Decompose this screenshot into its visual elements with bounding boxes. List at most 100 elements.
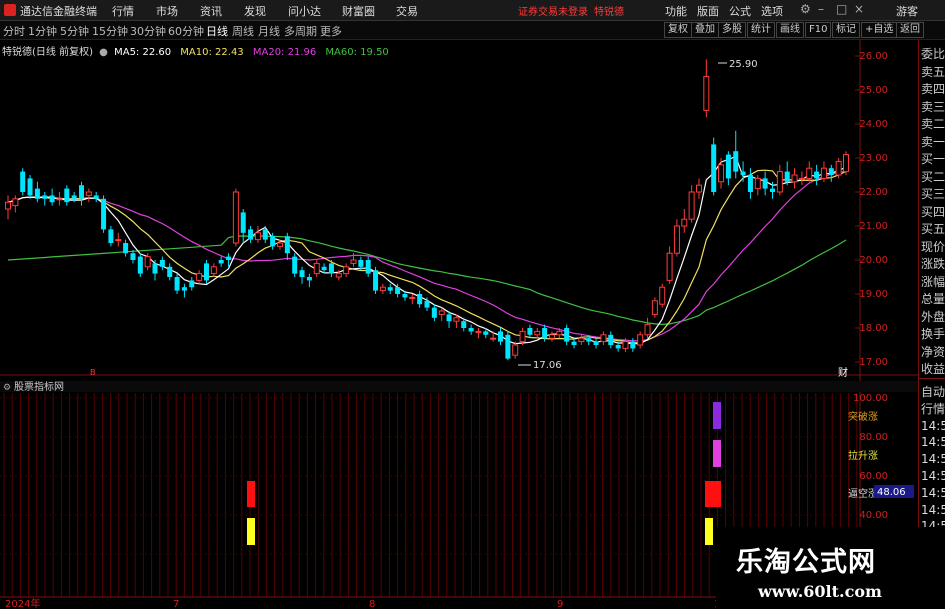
candlestick [608,331,614,349]
candlestick [284,232,290,260]
candlestick [417,290,423,308]
quote-field-label: 行情 [921,401,945,416]
candlestick [409,294,416,305]
indicator-bar [713,440,721,467]
price-tick: 18.00 [859,323,888,334]
quote-field-label: 14:50 [921,502,945,517]
quote-field-label: 卖四 [921,82,945,96]
candlestick [292,253,298,277]
indicator-label-squeeze: 逼空涨 [848,487,878,500]
candlestick [791,168,798,189]
quote-field-label: 买一 [921,152,945,166]
candlestick [115,232,122,247]
candlestick [379,283,386,294]
price-tick: 17.00 [859,357,888,368]
candlestick [534,328,541,339]
indicator-tick: 60.00 [859,471,888,482]
candlestick [571,338,577,349]
candlestick [564,324,570,345]
watermark-title: 乐淘公式网 [736,547,876,578]
candlestick [593,338,599,349]
indicator-label-breakout: 突破涨 [848,410,878,423]
indicator-bar [247,481,255,507]
quote-field-label: 换手 [921,327,945,341]
candlestick [56,192,63,206]
quote-field-label: 14:50 [921,452,945,467]
candlestick [666,246,673,284]
quote-field-label: 买二 [921,169,945,184]
quote-field-label: 现价 [921,239,945,254]
candlestick [79,181,85,206]
candlestick [548,331,555,342]
candlestick [733,130,739,179]
quote-field-label: 买五 [921,222,945,236]
candlestick [313,260,320,277]
candlestick [203,260,209,284]
candlestick [475,328,482,339]
candlestick [806,161,813,182]
quote-field-label: 总量 [921,292,945,306]
candlestick [718,158,725,189]
candlestick [210,263,217,277]
low-price-label: 17.06 [533,360,562,371]
candlestick [814,164,820,186]
buy-marker: B [90,368,96,377]
candlestick [644,317,651,339]
candlestick [637,331,644,349]
candlestick [673,219,680,257]
candlestick [438,307,445,322]
candlestick [365,256,371,277]
indicator-tick: 80.00 [859,432,888,443]
finance-marker[interactable]: 财 [838,366,848,379]
indicator-bar [705,481,721,507]
date-label: 2024年 [5,597,40,609]
price-tick: 22.00 [859,187,888,198]
quote-field-label: 卖三 [921,99,945,114]
quote-field-label: 买四 [921,204,945,219]
indicator-settings-icon[interactable]: ⚙ [3,383,11,393]
candlestick [167,263,173,281]
candlestick [505,331,511,360]
price-tick: 23.00 [859,153,888,164]
price-tick: 24.00 [859,119,888,130]
candlestick [5,195,11,220]
indicator-label-lift: 拉升涨 [848,449,878,462]
quote-field-label: 14:50 [921,485,945,500]
candlestick [387,283,393,294]
date-label: 8 [369,599,375,609]
kline-chart[interactable]: 26.00 25.00 24.00 23.00 22.00 21.00 20.0… [0,0,918,609]
candlestick [431,304,437,322]
quote-field-label: 委比 [921,47,945,61]
candlestick [468,324,474,335]
candlestick [659,283,666,308]
quote-field-label: 卖一 [921,134,945,149]
candlestick [828,164,834,182]
candlestick [747,168,753,199]
candlestick [93,192,99,203]
candlestick [34,181,40,203]
candlestick [159,256,165,271]
candlestick [703,59,710,118]
candlestick [49,188,55,206]
date-label: 7 [173,599,179,609]
candlestick [189,277,195,291]
candlestick [688,185,695,223]
candlestick [498,328,504,345]
quote-field-label: 收益 [921,362,945,376]
indicator-current-value: 48.06 [877,487,906,498]
candlestick [240,209,246,243]
candlestick [137,253,143,277]
ma-line [7,155,847,345]
candlestick [306,273,312,288]
quote-field-label: 净资 [921,344,945,359]
candlestick [711,137,717,196]
candlestick [373,266,379,294]
candlestick [108,226,114,247]
candlestick [42,192,48,206]
candlestick [784,161,790,186]
candlestick [762,171,768,196]
date-label: 9 [557,599,563,609]
candlestick [843,151,849,175]
candlestick [651,297,658,318]
candlestick [740,161,746,182]
